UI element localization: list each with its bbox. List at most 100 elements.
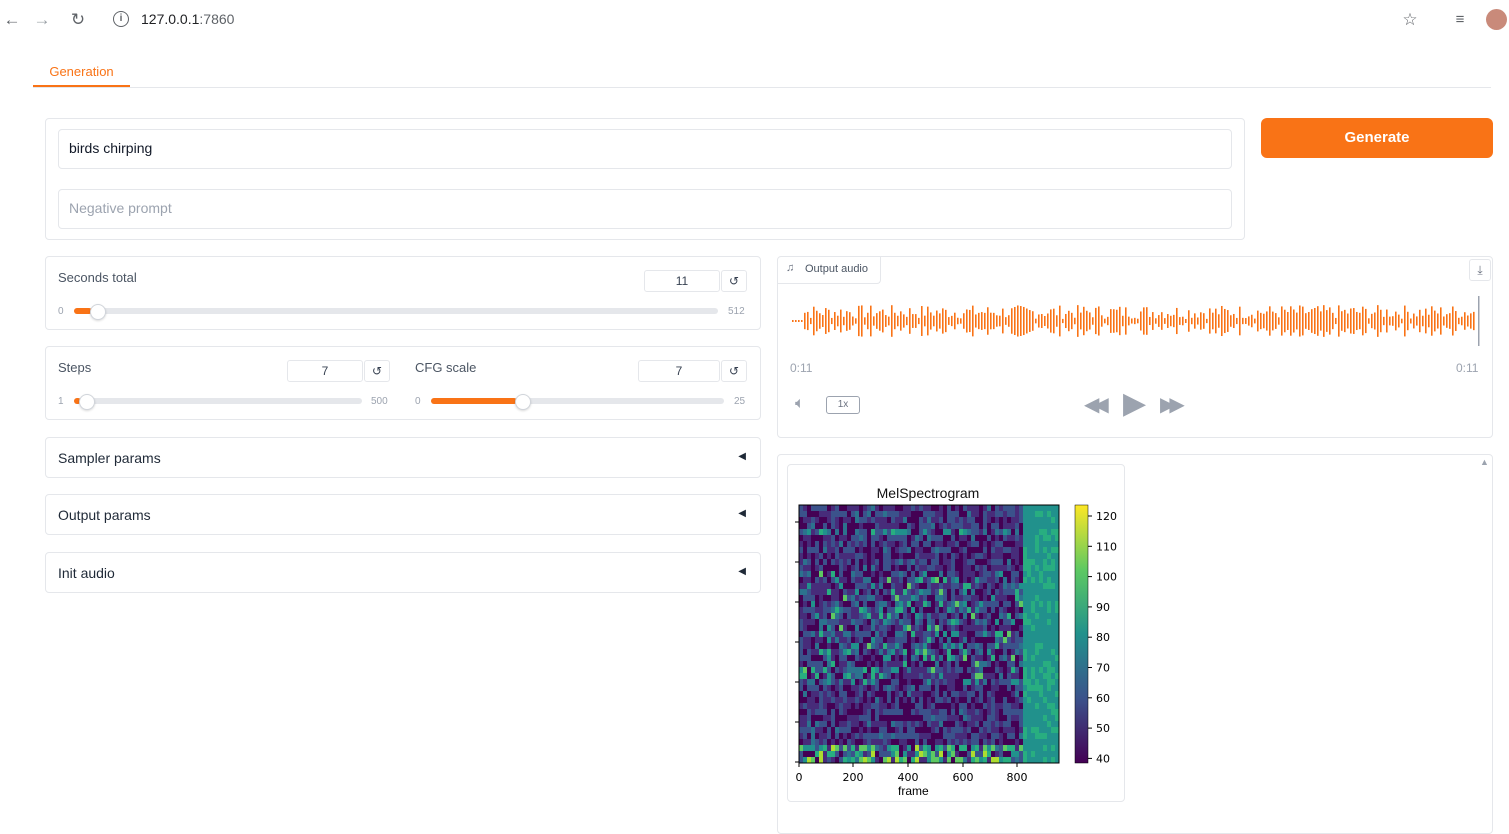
spectrogram-cell xyxy=(979,517,984,524)
spectrogram-cell xyxy=(827,745,832,752)
spectrogram-cell xyxy=(1035,685,1040,692)
cfg-scale-reset-icon[interactable]: ↺ xyxy=(721,360,747,382)
spectrogram-cell xyxy=(907,517,912,524)
waveform-bar xyxy=(855,318,857,324)
spectrogram-cell xyxy=(843,535,848,542)
spectrogram-cell xyxy=(911,715,916,722)
back-arrow-icon[interactable]: ← xyxy=(0,8,24,32)
spectrogram-cell xyxy=(859,679,864,686)
rewind-icon[interactable]: ◀◀ xyxy=(1084,392,1109,417)
spectrogram-cell xyxy=(851,613,856,620)
spectrogram-cell xyxy=(891,559,896,566)
avatar[interactable] xyxy=(1486,9,1507,30)
waveform-bar xyxy=(1224,308,1226,334)
steps-slider-thumb[interactable] xyxy=(79,394,95,410)
play-icon[interactable]: ▶ xyxy=(1123,386,1146,421)
spectrogram-cell xyxy=(943,655,948,662)
spectrogram-cell xyxy=(979,655,984,662)
negative-prompt-input[interactable]: Negative prompt xyxy=(58,189,1232,229)
cfg-scale-slider-thumb[interactable] xyxy=(515,394,531,410)
accordion-sampler-params[interactable]: Sampler params ◀ xyxy=(45,437,761,478)
spectrogram-cell xyxy=(895,745,900,752)
spectrogram-cell xyxy=(975,607,980,614)
waveform-bar xyxy=(1026,308,1028,334)
steps-slider[interactable] xyxy=(74,398,362,404)
spectrogram-cell xyxy=(975,583,980,590)
tab-generation[interactable]: Generation xyxy=(33,56,130,87)
spectrogram-cell xyxy=(911,697,916,704)
spectrogram-cell xyxy=(887,547,892,554)
spectrogram-cell xyxy=(839,679,844,686)
steps-number[interactable]: 7 xyxy=(287,360,363,382)
spectrogram-cell xyxy=(879,607,884,614)
waveform-bar xyxy=(1221,305,1223,337)
spectrogram-cell xyxy=(919,607,924,614)
seconds-total-reset-icon[interactable]: ↺ xyxy=(721,270,747,292)
spectrogram-cell xyxy=(975,733,980,740)
spectrogram-cell xyxy=(839,589,844,596)
spectrogram-cell xyxy=(903,505,908,512)
spectrogram-cell xyxy=(1015,739,1020,746)
spectrogram-cell xyxy=(991,577,996,584)
spectrogram-cell xyxy=(903,625,908,632)
spectrogram-cell xyxy=(1019,541,1024,548)
prompt-input[interactable]: birds chirping xyxy=(58,129,1232,169)
spectrogram-cell xyxy=(867,661,872,668)
media-queue-icon[interactable]: ≡ xyxy=(1448,8,1472,32)
spectrogram-cell xyxy=(875,577,880,584)
address-bar[interactable] xyxy=(104,4,1430,36)
seconds-total-slider-thumb[interactable] xyxy=(90,304,106,320)
spectrogram-cell xyxy=(911,661,916,668)
cfg-scale-number[interactable]: 7 xyxy=(638,360,720,382)
download-icon[interactable]: ⤓ xyxy=(1469,259,1491,281)
spectrogram-cell xyxy=(1031,745,1036,752)
generate-button[interactable]: Generate xyxy=(1261,118,1493,158)
waveform-bar xyxy=(1071,312,1073,330)
spectrogram-cell xyxy=(1007,583,1012,590)
spectrogram-image[interactable]: MelSpectrogram 0 200 400 600 800 120 110 100 90 8… xyxy=(787,464,1125,802)
reload-icon[interactable]: ↻ xyxy=(66,8,90,32)
spectrogram-cell xyxy=(843,553,848,560)
spectrogram-cell xyxy=(1011,703,1016,710)
spectrogram-cell xyxy=(971,631,976,638)
spectrogram-cell xyxy=(1019,559,1024,566)
waveform[interactable] xyxy=(790,291,1482,351)
spectrogram-cell xyxy=(1035,571,1040,578)
fast-forward-icon[interactable]: ▶▶ xyxy=(1160,392,1185,417)
spectrogram-cell xyxy=(1047,697,1052,704)
volume-icon[interactable]: 🔈︎ xyxy=(795,395,805,413)
spectrogram-cell xyxy=(835,715,840,722)
seconds-total-number[interactable]: 11 xyxy=(644,270,720,292)
spectrogram-cell xyxy=(831,559,836,566)
spectrogram-cell xyxy=(799,739,804,746)
spectrogram-cell xyxy=(1003,667,1008,674)
spectrogram-cell xyxy=(887,619,892,626)
spectrogram-cell xyxy=(867,505,872,512)
cfg-scale-min: 0 xyxy=(415,396,421,407)
star-bookmark-icon[interactable]: ☆ xyxy=(1398,8,1422,32)
forward-arrow-icon[interactable]: → xyxy=(30,8,54,32)
spectrogram-cell xyxy=(1019,685,1024,692)
spectrogram-cell xyxy=(915,601,920,608)
accordion-output-params[interactable]: Output params ◀ xyxy=(45,494,761,535)
spectrogram-cell xyxy=(1015,691,1020,698)
spectrogram-cell xyxy=(935,655,940,662)
spectrogram-cell xyxy=(919,565,924,572)
seconds-total-slider[interactable] xyxy=(74,308,718,314)
spectrogram-cell xyxy=(999,631,1004,638)
spectrogram-cell xyxy=(871,619,876,626)
spectrogram-cell xyxy=(811,745,816,752)
info-icon[interactable]: i xyxy=(113,11,129,27)
waveform-bar xyxy=(1137,318,1139,324)
collapse-up-icon[interactable]: ▲ xyxy=(1480,457,1489,467)
spectrogram-cell xyxy=(1011,505,1016,512)
spectrogram-cell xyxy=(823,505,828,512)
spectrogram-cell xyxy=(1007,715,1012,722)
playback-speed-button[interactable]: 1x xyxy=(826,396,860,414)
spectrogram-cell xyxy=(971,535,976,542)
spectrogram-cell xyxy=(867,631,872,638)
steps-reset-icon[interactable]: ↺ xyxy=(364,360,390,382)
spectrogram-cell xyxy=(851,679,856,686)
accordion-init-audio[interactable]: Init audio ◀ xyxy=(45,552,761,593)
seconds-total-min: 0 xyxy=(58,306,64,317)
